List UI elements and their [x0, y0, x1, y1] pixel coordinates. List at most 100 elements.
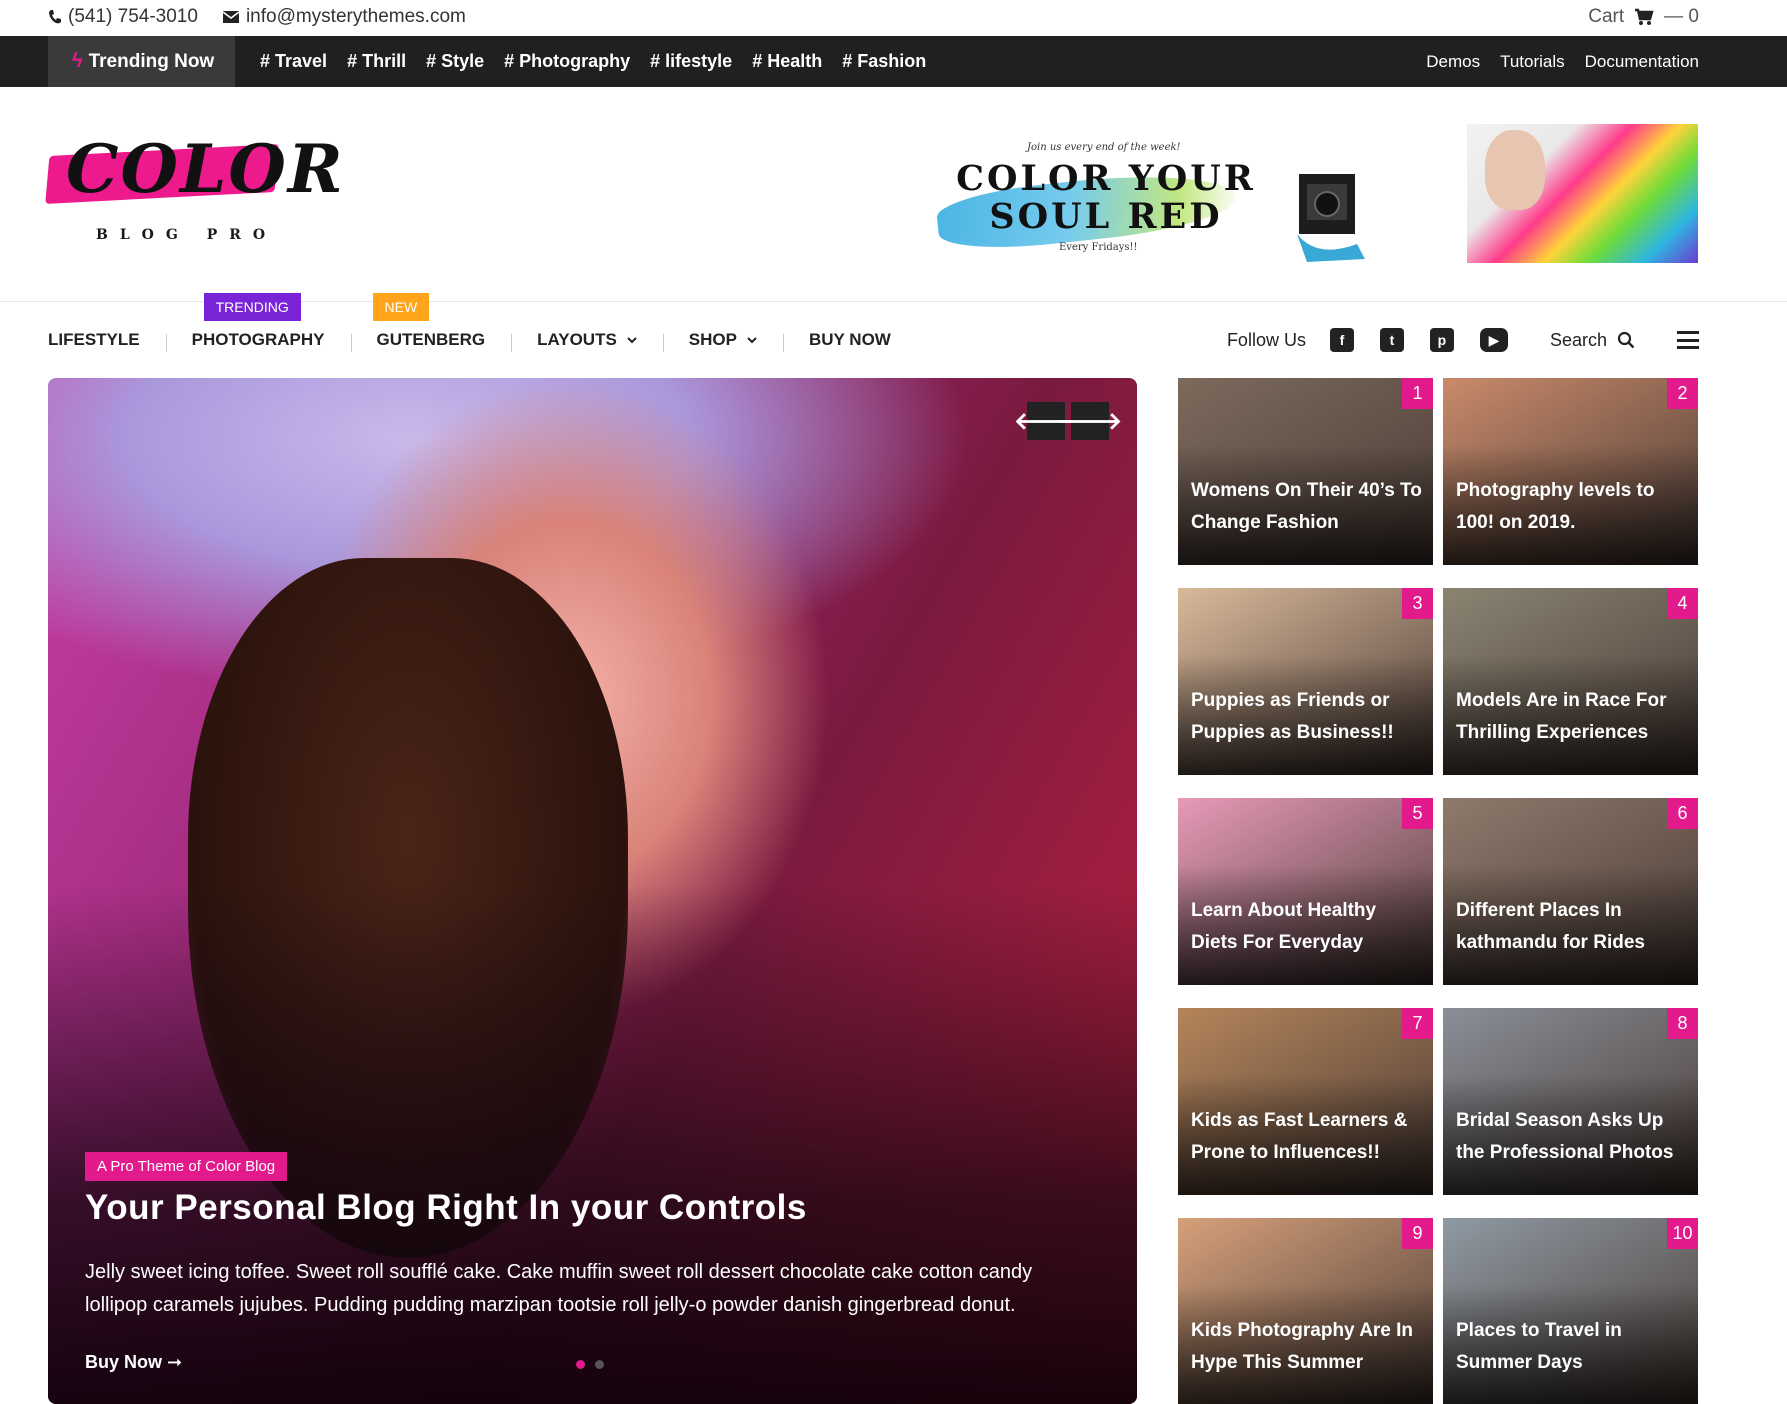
logo-word: COLOR: [66, 130, 345, 208]
slider-next-arrow-icon[interactable]: 🡒: [1058, 402, 1122, 440]
nav-gutenberg-label: GUTENBERG: [376, 330, 486, 349]
slider-pagination: [576, 1360, 604, 1369]
tag-thrill[interactable]: # Thrill: [347, 51, 406, 72]
site-logo[interactable]: COLOR BLOG PRO: [45, 130, 343, 250]
post-card[interactable]: 8 Bridal Season Asks Up the Professional …: [1443, 1008, 1698, 1195]
banner-small-bottom: Every Fridays!!: [1059, 242, 1138, 253]
hero-slider[interactable]: 🡐 🡒 A Pro Theme of Color Blog Your Perso…: [48, 378, 1137, 1404]
search-label: Search: [1549, 329, 1607, 350]
trending-tags: # Travel # Thrill # Style # Photography …: [260, 36, 926, 87]
contact-info: (541) 754-3010 info@mysterythemes.com: [48, 6, 466, 28]
post-rank-badge: 4: [1667, 588, 1698, 619]
nav-shop-label: SHOP: [688, 330, 737, 349]
cart-link[interactable]: Cart — 0: [1588, 6, 1699, 28]
hero-excerpt: Jelly sweet icing toffee. Sweet roll sou…: [85, 1261, 1033, 1316]
phone-number: (541) 754-3010: [68, 6, 198, 27]
trending-label-text: Trending Now: [88, 50, 215, 72]
follow-us-label: Follow Us: [1226, 329, 1306, 350]
facebook-icon[interactable]: f: [1329, 328, 1354, 352]
tag-health[interactable]: # Health: [752, 51, 822, 72]
post-title[interactable]: Bridal Season Asks Up the Professional P…: [1456, 1105, 1688, 1169]
post-card[interactable]: 5 Learn About Healthy Diets For Everyday: [1178, 798, 1433, 985]
hero-category-badge[interactable]: A Pro Theme of Color Blog: [85, 1152, 288, 1181]
post-title[interactable]: Kids Photography Are In Hype This Summer: [1191, 1315, 1423, 1379]
trending-now-label: ϟ Trending Now: [48, 36, 235, 87]
post-title[interactable]: Models Are in Race For Thrilling Experie…: [1456, 685, 1688, 749]
slider-dot-active[interactable]: [576, 1360, 585, 1369]
banner-face-shape: [1485, 130, 1545, 210]
nav-gutenberg[interactable]: NEW GUTENBERG: [350, 293, 512, 352]
post-card[interactable]: 3 Puppies as Friends or Puppies as Busine…: [1178, 588, 1433, 775]
nav-buy-now[interactable]: BUY NOW: [782, 330, 917, 352]
post-rank-badge: 9: [1402, 1218, 1433, 1249]
post-title[interactable]: Kids as Fast Learners & Prone to Influen…: [1191, 1105, 1423, 1169]
hero-gradient-overlay: [48, 884, 1137, 1404]
slider-dot[interactable]: [595, 1360, 604, 1369]
slider-arrows: 🡐 🡒: [1014, 402, 1122, 440]
nav-layouts[interactable]: LAYOUTS: [511, 330, 663, 352]
cart-label: Cart: [1588, 6, 1625, 27]
search-button[interactable]: Search: [1550, 330, 1635, 351]
logo-subtitle: BLOG PRO: [96, 227, 278, 243]
tag-lifestyle[interactable]: # lifestyle: [650, 51, 732, 72]
main-nav: LIFESTYLE TRENDING PHOTOGRAPHY NEW GUTEN…: [48, 293, 917, 360]
post-rank-badge: 1: [1402, 378, 1433, 409]
cart-count: — 0: [1664, 6, 1699, 27]
search-icon: [1617, 331, 1635, 349]
youtube-icon[interactable]: ▶: [1479, 328, 1508, 352]
nav-photography[interactable]: TRENDING PHOTOGRAPHY: [165, 293, 351, 352]
hamburger-menu-icon[interactable]: [1677, 331, 1699, 349]
nav-shop[interactable]: SHOP: [662, 330, 783, 352]
post-card[interactable]: 9 Kids Photography Are In Hype This Summe…: [1178, 1218, 1433, 1404]
post-rank-badge: 10: [1667, 1218, 1698, 1249]
header-banner-ad[interactable]: Join us every end of the week! COLOR YOU…: [897, 124, 1698, 263]
post-rank-badge: 6: [1667, 798, 1698, 829]
nav-right-tools: Follow Us f t p ▶ Search: [1227, 320, 1699, 360]
pinterest-icon[interactable]: p: [1429, 328, 1454, 352]
tag-style[interactable]: # Style: [426, 51, 484, 72]
post-rank-badge: 5: [1402, 798, 1433, 829]
link-tutorials[interactable]: Tutorials: [1500, 52, 1565, 72]
hero-buy-now-link[interactable]: Buy Now ➞: [85, 1352, 182, 1373]
post-card[interactable]: 2 Photography levels to 100! on 2019.: [1443, 378, 1698, 565]
post-title[interactable]: Different Places In kathmandu for Rides: [1456, 895, 1688, 959]
new-badge: NEW: [372, 293, 430, 321]
hero-title[interactable]: Your Personal Blog Right In your Control…: [85, 1188, 807, 1228]
nav-photography-label: PHOTOGRAPHY: [191, 330, 325, 349]
post-card[interactable]: 1 Womens On Their 40’s To Change Fashion: [1178, 378, 1433, 565]
post-card[interactable]: 6 Different Places In kathmandu for Rides: [1443, 798, 1698, 985]
post-title[interactable]: Puppies as Friends or Puppies as Busines…: [1191, 685, 1423, 749]
twitter-icon[interactable]: t: [1379, 328, 1404, 352]
post-rank-badge: 2: [1667, 378, 1698, 409]
link-demos[interactable]: Demos: [1426, 52, 1480, 72]
envelope-icon: [222, 11, 240, 23]
banner-headline: COLOR YOUR SOUL RED: [956, 158, 1256, 237]
lightning-icon: ϟ: [72, 50, 83, 72]
banner-painted-model-image: [1467, 124, 1698, 263]
post-title[interactable]: Places to Travel in Summer Days: [1456, 1315, 1688, 1379]
camera-icon: [1297, 174, 1365, 262]
top-contact-bar: (541) 754-3010 info@mysterythemes.com Ca…: [0, 0, 1787, 36]
post-title[interactable]: Womens On Their 40’s To Change Fashion: [1191, 475, 1423, 539]
phone-icon: [49, 10, 61, 24]
top-links: Demos Tutorials Documentation: [1426, 36, 1699, 87]
post-title[interactable]: Learn About Healthy Diets For Everyday: [1191, 895, 1423, 959]
post-card[interactable]: 4 Models Are in Race For Thrilling Experi…: [1443, 588, 1698, 775]
email-address: info@mysterythemes.com: [245, 6, 466, 27]
chevron-down-icon: [627, 337, 637, 344]
tag-photography[interactable]: # Photography: [504, 51, 630, 72]
nav-lifestyle[interactable]: LIFESTYLE: [48, 330, 166, 350]
email-contact[interactable]: info@mysterythemes.com: [222, 6, 466, 28]
tag-fashion[interactable]: # Fashion: [842, 51, 926, 72]
tag-travel[interactable]: # Travel: [260, 51, 327, 72]
post-rank-badge: 3: [1402, 588, 1433, 619]
nav-lifestyle-label: LIFESTYLE: [48, 330, 140, 349]
phone-contact[interactable]: (541) 754-3010: [48, 6, 198, 28]
post-title[interactable]: Photography levels to 100! on 2019.: [1456, 475, 1688, 539]
post-card[interactable]: 7 Kids as Fast Learners & Prone to Influe…: [1178, 1008, 1433, 1195]
post-rank-badge: 8: [1667, 1008, 1698, 1039]
trending-bar: ϟ Trending Now # Travel # Thrill # Style…: [0, 36, 1787, 87]
post-card[interactable]: 10 Places to Travel in Summer Days: [1443, 1218, 1698, 1404]
link-documentation[interactable]: Documentation: [1585, 52, 1699, 72]
nav-layouts-label: LAYOUTS: [537, 330, 617, 349]
